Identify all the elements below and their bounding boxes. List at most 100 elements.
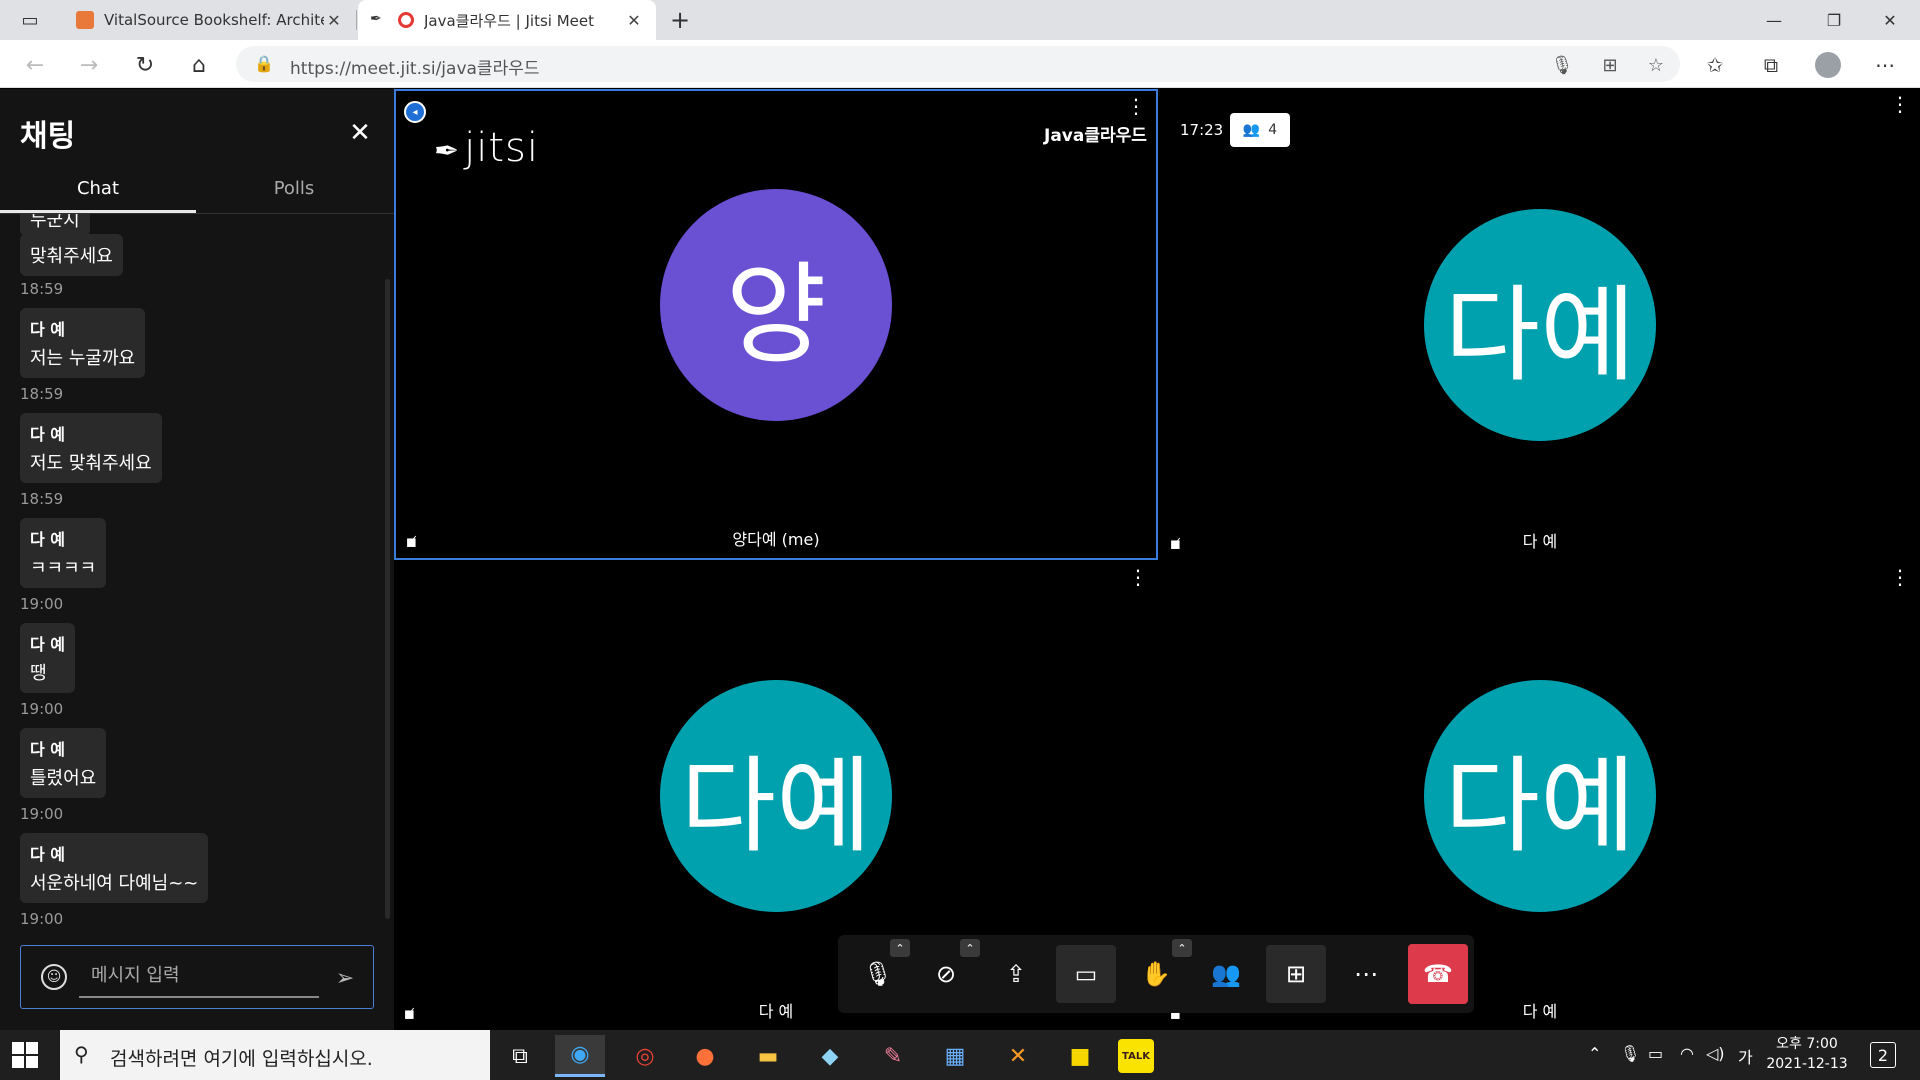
add-favorite-icon[interactable]: ☆: [1644, 53, 1668, 77]
screen-share-button[interactable]: ⇪: [986, 945, 1046, 1003]
task-view-icon[interactable]: ⧉: [495, 1035, 545, 1077]
browser-tab-jitsi[interactable]: ✒ Java클라우드 | Jitsi Meet ✕: [358, 0, 656, 40]
clock[interactable]: 오후 7:00 2021-12-13: [1762, 1034, 1852, 1074]
message-sender: 다 예: [30, 740, 66, 759]
message-time: 18:59: [20, 280, 64, 298]
reactions-chevron-up-icon[interactable]: ⌃: [1172, 939, 1192, 957]
file-explorer-icon[interactable]: ▬: [743, 1035, 793, 1077]
tab-polls[interactable]: Polls: [196, 173, 392, 213]
tile-menu-icon[interactable]: ⋮: [1128, 567, 1148, 587]
audio-settings-chevron-up-icon[interactable]: ⌃: [890, 939, 910, 957]
refresh-button[interactable]: ↻: [130, 50, 160, 80]
more-actions-button[interactable]: ⋯: [1336, 945, 1396, 1003]
minimize-window-button[interactable]: —: [1746, 0, 1802, 40]
show-hidden-icons-chevron-up-icon[interactable]: ⌃: [1588, 1044, 1601, 1063]
hangup-icon: ☎: [1423, 960, 1453, 988]
participant-tile-self[interactable]: ◂ ✒ jitsi Java클라우드 ⋮ 양 ◼̸ 양다예 (me): [394, 89, 1158, 560]
more-icon: ⋯: [1354, 960, 1378, 988]
calculator-app-icon[interactable]: ▦: [930, 1035, 980, 1077]
paint-app-icon[interactable]: ✎: [868, 1035, 918, 1077]
message-text: 맞춰주세요: [30, 246, 113, 267]
new-tab-button[interactable]: +: [666, 6, 694, 34]
notification-count: 2: [1877, 1045, 1889, 1065]
battery-icon[interactable]: ▭: [1648, 1044, 1663, 1063]
tab-actions-icon[interactable]: ▭: [14, 9, 46, 31]
back-button[interactable]: ←: [20, 50, 50, 80]
tile-menu-icon[interactable]: ⋮: [1126, 96, 1146, 116]
meeting-name: Java클라우드: [1044, 126, 1147, 146]
ime-indicator[interactable]: 가: [1738, 1044, 1753, 1068]
tab-title: Java클라우드 | Jitsi Meet: [424, 11, 594, 30]
windows-taskbar: ⚲ 검색하려면 여기에 입력하십시오. ⧉ ◉ ◎ ● ▬ ◆ ✎ ▦ ✕ ■ …: [0, 1030, 1920, 1080]
firefox-app-icon[interactable]: ●: [680, 1035, 730, 1077]
jitsi-logo[interactable]: ✒ jitsi: [434, 125, 539, 171]
participants-icon: 👥: [1211, 960, 1241, 988]
camera-off-icon: ⊘: [935, 960, 957, 988]
send-icon[interactable]: ➢: [331, 964, 359, 992]
message-sender: 다 예: [30, 845, 66, 864]
microphone-tray-icon[interactable]: 🎙: [1620, 1044, 1640, 1063]
video-settings-chevron-up-icon[interactable]: ⌃: [960, 939, 980, 957]
restore-window-button[interactable]: ❐: [1806, 0, 1862, 40]
message-time: 18:59: [20, 490, 64, 508]
collections-icon[interactable]: ⧉: [1756, 50, 1786, 80]
participants-button[interactable]: 👥: [1196, 945, 1256, 1003]
start-button[interactable]: [12, 1042, 38, 1068]
chrome-app-icon[interactable]: ◎: [620, 1035, 670, 1077]
emoji-icon[interactable]: ☺: [41, 964, 67, 990]
home-button[interactable]: ⌂: [184, 50, 214, 80]
leave-meeting-button[interactable]: ☎: [1408, 944, 1468, 1004]
network-app-icon[interactable]: ✕: [993, 1035, 1043, 1077]
tab-chat[interactable]: Chat: [0, 173, 196, 213]
participant-name: 양다예 (me): [732, 530, 820, 549]
participant-name: 다 예: [1522, 532, 1558, 551]
url-text[interactable]: https://meet.jit.si/java클라우드: [290, 54, 540, 79]
close-chat-icon[interactable]: ✕: [346, 118, 374, 148]
favorites-icon[interactable]: ✩: [1700, 50, 1730, 80]
message-time: 19:00: [20, 700, 64, 718]
tile-menu-icon[interactable]: ⋮: [1890, 567, 1910, 587]
profile-avatar[interactable]: [1815, 52, 1841, 78]
chat-input-box: ☺ ➢: [20, 945, 374, 1009]
participant-count-badge[interactable]: 👥 4: [1230, 113, 1290, 147]
forward-button[interactable]: →: [74, 50, 104, 80]
app-available-icon[interactable]: ⊞: [1598, 53, 1622, 77]
chat-button[interactable]: ▭: [1056, 945, 1116, 1003]
browser-toolbar: ← → ↻ ⌂ 🔒 https://meet.jit.si/java클라우드 🎙…: [0, 40, 1920, 88]
browser-tab-vitalsource[interactable]: VitalSource Bookshelf: Architecti ✕: [64, 0, 356, 40]
message-bubble: 다 예 서운하네여 다예님~~: [20, 833, 209, 903]
edge-app-icon[interactable]: ◉: [555, 1035, 605, 1077]
clock-date: 2021-12-13: [1766, 1056, 1848, 1072]
sticky-notes-icon[interactable]: ■: [1055, 1035, 1105, 1077]
avatar: 양: [660, 189, 892, 421]
microphone-permission-icon[interactable]: 🎙: [1550, 53, 1574, 77]
settings-more-icon[interactable]: ⋯: [1870, 50, 1900, 80]
message-input[interactable]: [79, 954, 319, 998]
message-bubble: 다 예 저도 맞춰주세요: [20, 413, 162, 483]
chat-panel: 채팅 ✕ Chat Polls 누군지 맞춰주세요 18:59 다 예 저는 누…: [0, 89, 394, 1030]
microphone-icon: 🎙: [862, 960, 894, 988]
clock-time: 오후 7:00: [1776, 1036, 1838, 1052]
participant-tile[interactable]: 17:23 👥 4 ⋮ 다예 ◼̸ 다 예: [1160, 89, 1920, 560]
tile-menu-icon[interactable]: ⋮: [1890, 94, 1910, 114]
chat-scrollbar[interactable]: [385, 279, 390, 919]
close-tab-icon[interactable]: ✕: [624, 11, 644, 30]
volume-icon[interactable]: ◁): [1706, 1044, 1725, 1063]
close-tab-icon[interactable]: ✕: [324, 11, 344, 30]
message-text: 저는 누굴까요: [30, 348, 136, 369]
notification-center-icon[interactable]: 2: [1870, 1042, 1896, 1068]
lock-icon[interactable]: 🔒: [254, 54, 274, 73]
kakaotalk-icon[interactable]: TALK: [1118, 1039, 1154, 1073]
address-bar[interactable]: 🔒 https://meet.jit.si/java클라우드 🎙 ⊞ ☆: [236, 46, 1680, 82]
wifi-icon[interactable]: ◠: [1680, 1044, 1694, 1063]
taskbar-search[interactable]: ⚲ 검색하려면 여기에 입력하십시오.: [60, 1030, 490, 1080]
jitsi-logo-text: jitsi: [464, 125, 540, 171]
message-list[interactable]: 누군지 맞춰주세요 18:59 다 예 저는 누굴까요 18:59 다 예 저도…: [0, 214, 394, 934]
message-bubble: 다 예 ㅋㅋㅋㅋ: [20, 518, 107, 588]
close-window-button[interactable]: ✕: [1862, 0, 1918, 40]
message-time: 19:00: [20, 805, 64, 823]
notes-app-icon[interactable]: ◆: [805, 1035, 855, 1077]
browser-tab-strip: ▭ VitalSource Bookshelf: Architecti ✕ ✒ …: [0, 0, 1920, 40]
tile-view-button[interactable]: ⊞: [1266, 945, 1326, 1003]
message-text: ㅋㅋㅋㅋ: [30, 558, 97, 579]
